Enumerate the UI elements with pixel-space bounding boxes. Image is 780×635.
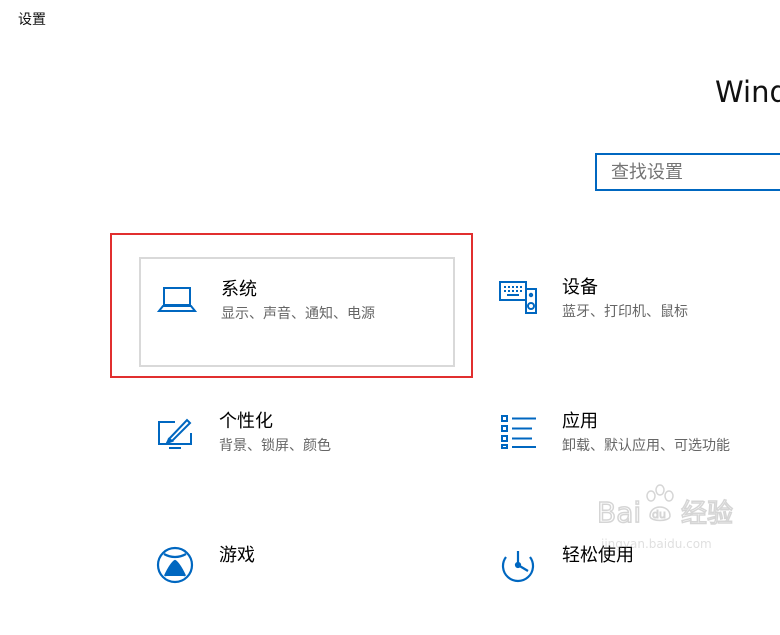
tile-description: 卸载、默认应用、可选功能 [562, 438, 730, 454]
pen-tablet-icon [155, 411, 195, 451]
tile-title: 游戏 [219, 545, 255, 566]
keyboard-speaker-icon [498, 277, 538, 317]
tile-description: 显示、声音、通知、电源 [221, 306, 375, 322]
tile-devices[interactable]: 设备 蓝牙、打印机、鼠标 [482, 257, 780, 367]
tile-title: 应用 [562, 411, 598, 432]
svg-text:经验: 经验 [681, 499, 733, 529]
ease-of-access-icon [498, 545, 538, 585]
laptop-icon [157, 279, 197, 319]
tile-title: 系统 [221, 279, 257, 300]
svg-text:Bai: Bai [597, 496, 641, 529]
svg-text:du: du [652, 508, 666, 521]
page-heading: Wind [715, 75, 780, 109]
list-icon [498, 411, 538, 451]
xbox-icon [155, 545, 195, 585]
search-box[interactable] [595, 153, 780, 191]
tile-personalization[interactable]: 个性化 背景、锁屏、颜色 [139, 391, 455, 501]
baidu-jingyan-watermark: Bai du 经验 jingyan.baidu.com [595, 478, 755, 556]
tile-title: 个性化 [219, 411, 273, 432]
tile-gaming[interactable]: 游戏 [139, 525, 455, 635]
tile-description: 背景、锁屏、颜色 [219, 438, 331, 454]
svg-text:jingyan.baidu.com: jingyan.baidu.com [600, 537, 712, 551]
window-title: 设置 [18, 12, 46, 28]
tile-description: 蓝牙、打印机、鼠标 [562, 304, 688, 320]
search-input[interactable] [597, 155, 780, 189]
tile-title: 设备 [562, 277, 598, 298]
tile-system[interactable]: 系统 显示、声音、通知、电源 [139, 257, 455, 367]
